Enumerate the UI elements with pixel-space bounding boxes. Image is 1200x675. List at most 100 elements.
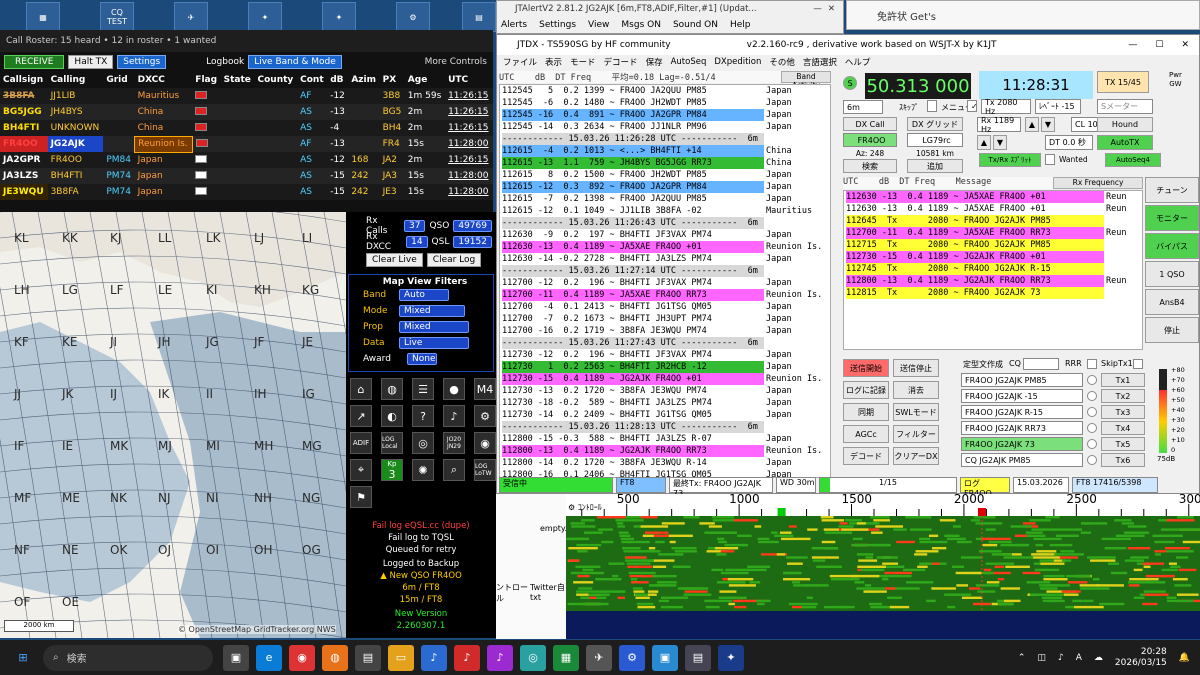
roster-row[interactable]: JA2GPR FR4OO PM84 Japan AS -12 168 JA2 2m 11:26:1… (0, 152, 493, 168)
roster-col-header[interactable]: County (254, 72, 298, 88)
jtdx-menu-item[interactable]: モード (570, 56, 596, 68)
band-activity-list[interactable]: 112545 5 0.2 1399 ~ FR4OO JA2QUU PM85 Jap… (499, 84, 831, 478)
side-button[interactable]: 1 QSO (1145, 261, 1199, 287)
jtdx-menu-item[interactable]: その他 (769, 56, 795, 68)
app-icon-1[interactable]: ▤ (355, 644, 381, 671)
roster-col-header[interactable]: Azim (348, 72, 380, 88)
windows-start-icon[interactable]: ⊞ (10, 645, 36, 671)
language-indicator[interactable]: A (1076, 653, 1082, 663)
roster-row[interactable]: BG5JGG JH4BYS China AS -13 BG5 2m 11:26:15 (0, 104, 493, 120)
flag-icon[interactable]: ⚑ (350, 486, 372, 508)
tx-hz-field[interactable]: Tx 2080 Hz (981, 98, 1031, 116)
dx-call-input[interactable]: FR4OO (843, 133, 897, 147)
roster-col-header[interactable]: dB (327, 72, 349, 88)
music-icon-3[interactable]: ♪ (487, 644, 513, 671)
arrow-up-icon[interactable]: ▲ (1025, 117, 1039, 132)
band-select[interactable]: 6m (843, 100, 883, 114)
roster-col-header[interactable]: UTC (445, 72, 493, 88)
roster-col-header[interactable]: Callsign (0, 72, 48, 88)
erase-button[interactable]: 消去 (893, 381, 939, 399)
adif-icon[interactable]: ADIF (350, 432, 372, 454)
decode-row[interactable]: 112730 1 0.2 2563 ~ BH4FTI JR2HCB -12 Jap… (500, 361, 830, 373)
data-filter-select[interactable]: Live (399, 337, 469, 349)
decode-row[interactable]: 112730 -15 0.4 1189 ~ JG2AJK FR4OO +01 Re… (500, 373, 830, 385)
decode-row[interactable]: 112615 8 0.2 1500 ~ FR4OO JH2WDT PM85 Jap… (500, 169, 830, 181)
decode-row[interactable]: 112615 -7 0.2 1398 ~ FR4OO JA2QUU PM85 Ja… (500, 193, 830, 205)
decode-row[interactable]: 112645 Tx 2080 ~ FR4OO JG2AJK PM85 (844, 215, 1142, 227)
halt-tx-button[interactable]: Halt TX (68, 55, 114, 69)
tx-message-field[interactable]: FR4OO JG2AJK RR73 (961, 421, 1083, 435)
cloud-icon[interactable]: ☁ (1094, 653, 1103, 663)
firefox-icon[interactable]: ◍ (322, 644, 348, 671)
moon-icon[interactable]: M4 (474, 378, 496, 400)
rx-frequency-list[interactable]: 112630 -13 0.4 1189 ~ JA5XAE FR4OO +01 Re… (843, 190, 1143, 350)
tx-slot-button[interactable]: TX 15/45 (1097, 71, 1149, 93)
receive-button[interactable]: RECEIVE (4, 55, 65, 69)
desktop-icon-4[interactable]: ✦ (248, 2, 282, 32)
tx-button[interactable]: Tx3 (1101, 405, 1145, 419)
globe-icon[interactable]: ◍ (381, 378, 403, 400)
rrr-checkbox[interactable] (1087, 359, 1097, 369)
location-pin-icon[interactable]: ● (443, 378, 465, 400)
desktop-icon-5[interactable]: ✦ (322, 2, 356, 32)
tx-radio[interactable] (1087, 375, 1097, 385)
decode-row[interactable]: 112615 -4 0.2 1013 ~ <...> BH4FTI +14 Chi… (500, 145, 830, 157)
maximize-icon[interactable]: ☐ (1155, 40, 1163, 50)
decode-row[interactable]: ------------ 15.03.26 11:28:13 UTC -----… (500, 421, 830, 433)
decode-row[interactable]: ------------ 15.03.26 11:27:14 UTC -----… (500, 265, 830, 277)
send-start-button[interactable]: 送信開始 (843, 359, 889, 377)
rx-hz-field[interactable]: Rx 1189 Hz (977, 116, 1021, 134)
skiptx1-checkbox[interactable] (1133, 359, 1143, 369)
jtdx-menu-item[interactable]: DXpedition (714, 57, 761, 67)
search-user-icon[interactable]: ⌕ (443, 459, 465, 481)
arrow-down-icon[interactable]: ▼ (1041, 117, 1055, 132)
jtdx-menu-item[interactable]: 保存 (646, 56, 663, 68)
minimize-icon[interactable]: — (813, 4, 822, 14)
roster-col-header[interactable]: PX (379, 72, 405, 88)
network-icon[interactable]: ◫ (1037, 653, 1046, 663)
app-icon-4[interactable]: ⚙ (619, 644, 645, 671)
jtdx-menu-item[interactable]: ヘルプ (845, 56, 871, 68)
tx-button[interactable]: Tx6 (1101, 453, 1145, 467)
tx-message-field[interactable]: CQ JG2AJK PM85 (961, 453, 1083, 467)
decode-row[interactable]: 112730 -14 0.2 2409 ~ BH4FTI JG1TSG QM05… (500, 409, 830, 421)
decode-row[interactable]: 112615 -13 1.1 759 ~ JH4BYS BG5JGG RR73 C… (500, 157, 830, 169)
prop-filter-select[interactable]: Mixed (399, 321, 469, 333)
level-field[interactable]: ﾚﾍﾞｰﾄ -15 (1035, 99, 1081, 114)
jtdx-menu-item[interactable]: 言語選択 (803, 56, 837, 68)
roster-col-header[interactable]: Grid (103, 72, 135, 88)
clear-dx-button[interactable]: クリアーDX (893, 447, 939, 465)
jtdx-menu-item[interactable]: デコード (604, 56, 638, 68)
moon-phase-icon[interactable]: ◐ (381, 405, 403, 427)
decode-row[interactable]: 112615 -12 0.3 892 ~ FR4OO JA2GPR PM84 Ja… (500, 181, 830, 193)
decode-row[interactable]: ------------ 15.03.26 11:26:28 UTC -----… (500, 133, 830, 145)
map-view[interactable]: KL KK KJ LL LK LJ LI LH LG LF LE KI KH KG KF KE JI JH JG JF… (0, 212, 346, 638)
decode-row[interactable]: ------------ 15.03.26 11:27:43 UTC -----… (500, 337, 830, 349)
dt-field[interactable]: DT 0.0 秒 (1045, 135, 1093, 150)
decode-row[interactable]: 112700 -7 0.2 1673 ~ BH4FTI JH3UPT PM74 J… (500, 313, 830, 325)
radar-icon[interactable]: ◉ (474, 432, 496, 454)
side-button[interactable]: 停止 (1145, 317, 1199, 343)
logbook-select[interactable]: Live Band & Mode (248, 55, 342, 69)
app-icon-3[interactable]: ✈ (586, 644, 612, 671)
swl-mode-button[interactable]: SWLモード (893, 403, 939, 421)
log-qso-button[interactable]: ログに記録 (843, 381, 889, 399)
clock[interactable]: 20:28 2026/03/15 (1115, 647, 1167, 669)
app-icon-5[interactable]: ▣ (652, 644, 678, 671)
edge-icon[interactable]: e (256, 644, 282, 671)
app-icon-2[interactable]: ▦ (553, 644, 579, 671)
music-icon-1[interactable]: ♪ (421, 644, 447, 671)
tx-message-field[interactable]: FR4OO JG2AJK R-15 (961, 405, 1083, 419)
wanted-checkbox[interactable] (1045, 154, 1055, 165)
chrome-icon[interactable]: ◉ (289, 644, 315, 671)
decode-row[interactable]: 112545 -16 0.4 891 ~ FR4OO JA2GPR PM84 Ja… (500, 109, 830, 121)
roster-row[interactable]: FR4OO JG2AJK Reunion Is. AF -13 FR4 15s 11:28:0… (0, 135, 493, 153)
dx-grid-input[interactable]: LG79rc (907, 133, 963, 147)
jtalert-menu-item[interactable]: View (588, 20, 609, 30)
award-filter-select[interactable]: None (407, 353, 437, 365)
desktop-icon-7[interactable]: ▤ (462, 2, 496, 32)
taskbar-search[interactable]: ⌕ 検索 (43, 644, 213, 671)
decode-row[interactable]: 112630 -14 -0.2 2728 ~ BH4FTI JA3LZS PM7… (500, 253, 830, 265)
speaker-icon[interactable]: ♪ (443, 405, 465, 427)
speaker-icon[interactable]: ♪ (1058, 653, 1064, 663)
